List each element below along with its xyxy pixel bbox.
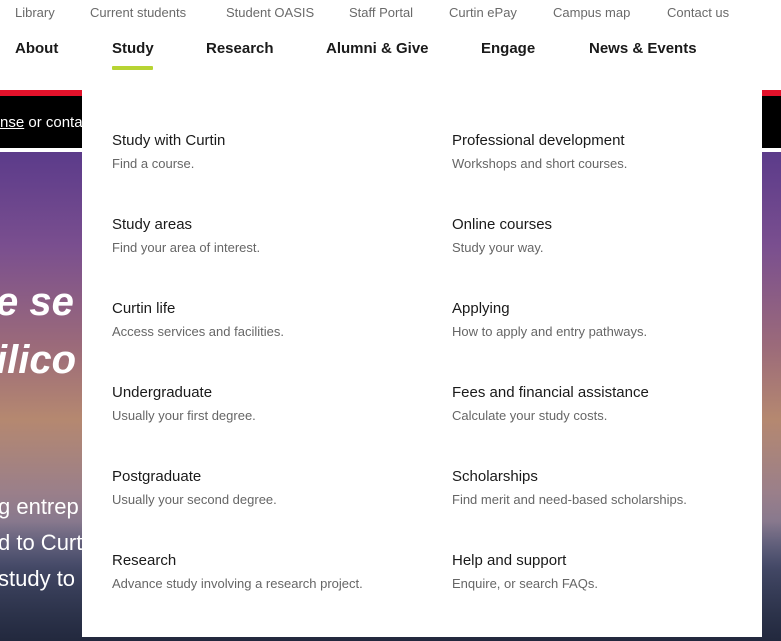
dropdown-link-subtitle: How to apply and entry pathways. xyxy=(452,324,648,339)
dropdown-link-help-support[interactable]: Help and support Enquire, or search FAQs… xyxy=(452,552,598,591)
dropdown-link-title: Scholarships xyxy=(452,468,538,485)
hero-headline-line-1: e se xyxy=(0,280,74,324)
dropdown-link-title: Study with Curtin xyxy=(112,132,226,149)
dropdown-link-study-areas[interactable]: Study areas Find your area of interest. xyxy=(112,216,260,255)
hero-paragraph-line-1: g entrep xyxy=(0,494,79,519)
nav-item-research[interactable]: Research xyxy=(206,40,274,57)
hero-paragraph-line-2: d to Curt xyxy=(0,530,83,555)
hero-headline-line-2: ilico xyxy=(0,338,77,382)
dropdown-link-professional-development[interactable]: Professional development Workshops and s… xyxy=(452,132,627,171)
utility-link-student-oasis[interactable]: Student OASIS xyxy=(226,5,314,20)
dropdown-link-subtitle: Find your area of interest. xyxy=(112,240,261,255)
dropdown-link-subtitle: Workshops and short courses. xyxy=(452,156,628,171)
study-dropdown-panel: Study with Curtin Find a course. Study a… xyxy=(82,90,762,637)
dropdown-link-study-with-curtin[interactable]: Study with Curtin Find a course. xyxy=(112,132,225,171)
utility-nav: Library Current students Student OASIS S… xyxy=(0,0,781,26)
utility-link-current-students[interactable]: Current students xyxy=(90,5,186,20)
dropdown-link-title: Curtin life xyxy=(112,300,176,317)
utility-link-campus-map[interactable]: Campus map xyxy=(553,5,630,20)
dropdown-link-title: Applying xyxy=(452,300,510,317)
dropdown-link-title: Help and support xyxy=(452,552,567,569)
dropdown-link-postgraduate[interactable]: Postgraduate Usually your second degree. xyxy=(112,468,277,507)
dropdown-link-subtitle: Study your way. xyxy=(452,240,544,255)
dropdown-link-fees-financial-assistance[interactable]: Fees and financial assistance Calculate … xyxy=(452,384,649,423)
dropdown-link-applying[interactable]: Applying How to apply and entry pathways… xyxy=(452,300,647,339)
dropdown-link-subtitle: Find merit and need-based scholarships. xyxy=(452,492,687,507)
dropdown-link-title: Study areas xyxy=(112,216,193,233)
dropdown-link-subtitle: Calculate your study costs. xyxy=(452,408,608,423)
dropdown-link-subtitle: Find a course. xyxy=(112,156,195,171)
dropdown-link-subtitle: Enquire, or search FAQs. xyxy=(452,576,598,591)
dropdown-link-online-courses[interactable]: Online courses Study your way. xyxy=(452,216,552,255)
dropdown-link-scholarships[interactable]: Scholarships Find merit and need-based s… xyxy=(452,468,687,507)
dropdown-link-subtitle: Usually your second degree. xyxy=(112,492,277,507)
dropdown-link-title: Online courses xyxy=(452,216,553,233)
dropdown-link-subtitle: Usually your first degree. xyxy=(112,408,256,423)
utility-link-staff-portal[interactable]: Staff Portal xyxy=(349,5,413,20)
utility-link-library[interactable]: Library xyxy=(15,5,55,20)
main-nav: About Study Research Alumni & Give Engag… xyxy=(0,26,781,90)
dropdown-link-title: Postgraduate xyxy=(112,468,202,485)
utility-link-curtin-epay[interactable]: Curtin ePay xyxy=(449,5,517,20)
dropdown-link-subtitle: Advance study involving a research proje… xyxy=(112,576,363,591)
alert-text-fragment: or conta xyxy=(24,114,83,131)
dropdown-link-title: Research xyxy=(112,552,177,569)
nav-item-about[interactable]: About xyxy=(15,40,58,57)
nav-item-alumni-give[interactable]: Alumni & Give xyxy=(326,40,429,57)
dropdown-link-title: Undergraduate xyxy=(112,384,213,401)
dropdown-link-curtin-life[interactable]: Curtin life Access services and faciliti… xyxy=(112,300,284,339)
nav-item-study[interactable]: Study xyxy=(112,40,154,57)
dropdown-link-research[interactable]: Research Advance study involving a resea… xyxy=(112,552,363,591)
nav-item-engage[interactable]: Engage xyxy=(481,40,535,57)
dropdown-link-title: Fees and financial assistance xyxy=(452,384,649,401)
utility-link-contact-us[interactable]: Contact us xyxy=(667,5,729,20)
alert-text: nse or conta xyxy=(0,114,83,131)
nav-item-news-events[interactable]: News & Events xyxy=(589,40,697,57)
dropdown-link-subtitle: Access services and facilities. xyxy=(112,324,284,339)
active-nav-indicator xyxy=(112,66,153,70)
hero-paragraph-line-3: study to xyxy=(0,566,76,591)
dropdown-link-title: Professional development xyxy=(452,132,625,149)
dropdown-link-undergraduate[interactable]: Undergraduate Usually your first degree. xyxy=(112,384,256,423)
alert-link[interactable]: nse xyxy=(0,114,24,131)
